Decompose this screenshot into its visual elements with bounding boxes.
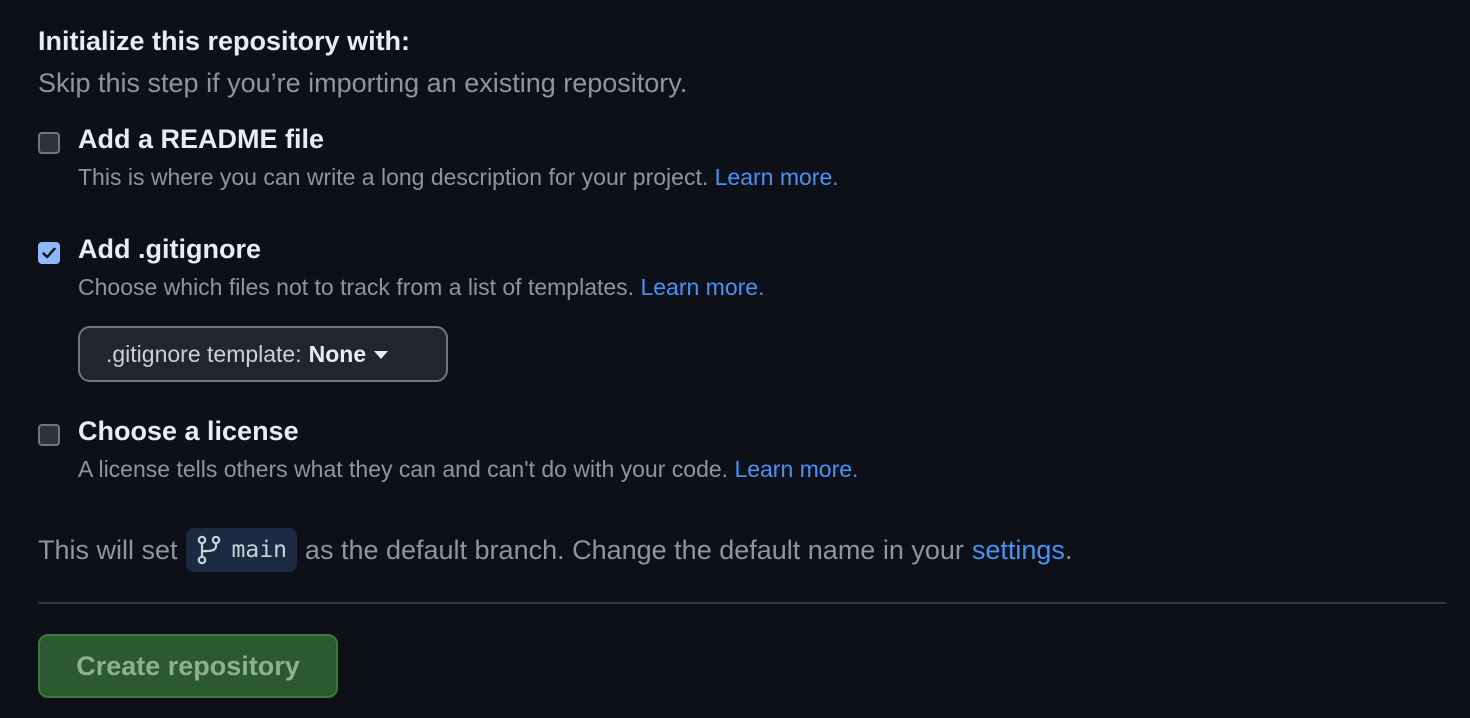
license-desc-text: A license tells others what they can and… <box>78 456 735 482</box>
license-learn-more-link[interactable]: Learn more. <box>734 456 858 482</box>
readme-description: This is where you can write a long descr… <box>78 162 839 192</box>
readme-desc-text: This is where you can write a long descr… <box>78 164 715 190</box>
caret-down-icon <box>374 351 389 359</box>
license-title[interactable]: Choose a license <box>78 414 299 448</box>
gitignore-learn-more-link[interactable]: Learn more. <box>640 274 764 300</box>
section-subheading: Skip this step if you’re importing an ex… <box>38 68 688 98</box>
section-divider <box>38 602 1446 604</box>
dropdown-value: None <box>308 340 367 367</box>
branch-end: . <box>1064 535 1073 565</box>
readme-learn-more-link[interactable]: Learn more. <box>715 164 839 190</box>
settings-link[interactable]: settings <box>972 531 1065 569</box>
create-repository-button[interactable]: Create repository <box>38 634 338 698</box>
readme-checkbox[interactable] <box>38 132 60 154</box>
readme-title[interactable]: Add a README file <box>78 122 324 156</box>
gitignore-title[interactable]: Add .gitignore <box>78 232 261 266</box>
repository-init-page: Initialize this repository with: Skip th… <box>0 0 1470 718</box>
default-branch-note: This will set main as the default branch… <box>38 528 1072 572</box>
check-icon <box>42 247 56 259</box>
dropdown-label: .gitignore template: <box>106 340 302 367</box>
gitignore-desc-text: Choose which files not to track from a l… <box>78 274 641 300</box>
gitignore-description: Choose which files not to track from a l… <box>78 272 764 302</box>
gitignore-template-dropdown[interactable]: .gitignore template: None <box>78 326 448 382</box>
branch-chip: main <box>185 528 297 572</box>
branch-prefix: This will set <box>38 535 178 565</box>
git-branch-icon <box>197 535 220 565</box>
license-checkbox[interactable] <box>38 424 60 446</box>
license-description: A license tells others what they can and… <box>78 454 858 484</box>
branch-name: main <box>231 537 287 563</box>
gitignore-checkbox[interactable] <box>38 242 60 264</box>
section-heading: Initialize this repository with: <box>38 26 411 56</box>
branch-suffix: as the default branch. Change the defaul… <box>304 535 964 565</box>
